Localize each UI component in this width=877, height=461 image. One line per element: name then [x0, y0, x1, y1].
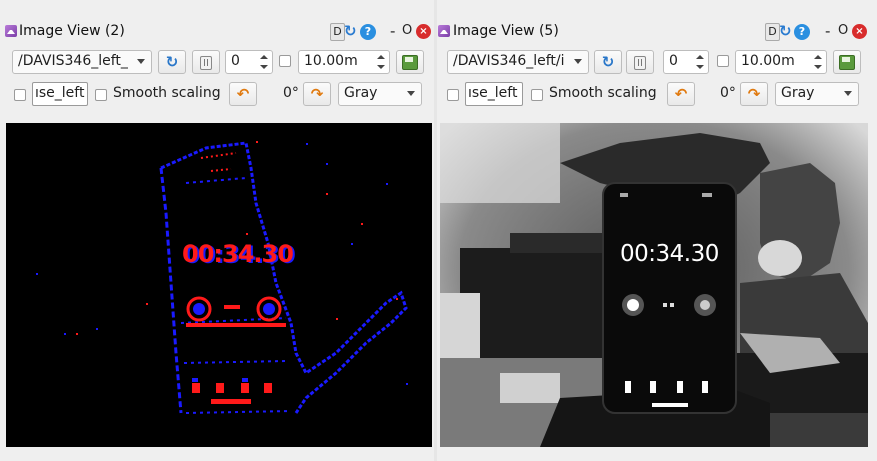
spin-up-icon[interactable] [377, 55, 385, 59]
mouse-topic-value: ıse_left [35, 85, 85, 101]
minimize-button[interactable]: - [390, 22, 395, 40]
smooth-scaling-checkbox[interactable] [95, 89, 107, 101]
title-bar: Image View (2) D ↻ ? - O × [0, 22, 434, 42]
spin-up-icon[interactable] [696, 55, 704, 59]
save-time-value: 10.00m [741, 53, 795, 69]
window-title: Image View (2) [19, 23, 125, 39]
reload-icon[interactable]: ↻ [344, 23, 358, 39]
image-view-icon [438, 25, 450, 37]
close-icon[interactable]: × [852, 24, 867, 39]
pause-button[interactable] [626, 50, 654, 74]
mouse-topic-field[interactable]: ıse_left [465, 82, 523, 106]
save-time-checkbox[interactable] [279, 55, 291, 67]
rotate-icon: ↶ [236, 85, 250, 103]
rotate-button[interactable]: ↶ [229, 82, 257, 106]
colormap-combo[interactable]: Gray [338, 82, 422, 106]
save-image-icon [402, 55, 418, 70]
save-image-icon [839, 55, 855, 70]
window-title: Image View (5) [453, 23, 559, 39]
spin-up-icon[interactable] [260, 55, 268, 59]
event-clock-text: 00:34.30 [182, 240, 294, 268]
rotate-button-2[interactable]: ↷ [303, 82, 331, 106]
dock-d-button[interactable]: D [765, 23, 780, 41]
refresh-topics-button[interactable]: ↻ [158, 50, 186, 74]
chevron-down-icon [407, 91, 415, 96]
restore-button[interactable]: O [402, 23, 412, 38]
toolbar-display: ıse_left Smooth scaling ↶ 0° ↷ Gray [0, 81, 434, 109]
colormap-value: Gray [344, 85, 378, 101]
smooth-scaling-label: Smooth scaling [549, 85, 657, 101]
rotate-button[interactable]: ↶ [667, 82, 695, 106]
image-number-spinbox[interactable]: 0 [225, 50, 273, 74]
smooth-scaling-label: Smooth scaling [113, 85, 221, 101]
image-number-spinbox[interactable]: 0 [663, 50, 709, 74]
mouse-pub-checkbox[interactable] [447, 89, 459, 101]
title-bar: Image View (5) D ↻ ? - O × [437, 22, 877, 42]
spin-down-icon[interactable] [814, 65, 822, 69]
topic-value: /DAVIS346_left_ [18, 53, 128, 69]
minimize-button[interactable]: - [825, 22, 830, 40]
image-view-icon [5, 25, 17, 37]
mouse-topic-value: ıse_left [468, 85, 518, 101]
rotate-icon: ↷ [747, 85, 761, 103]
frame-image [440, 123, 868, 447]
reload-icon[interactable]: ↻ [779, 23, 793, 39]
spin-down-icon[interactable] [377, 65, 385, 69]
toolbar-topic: /DAVIS346_left_ ↻ 0 10.00m [0, 49, 434, 77]
frame-clock-text: 00:34.30 [620, 241, 719, 267]
topic-combo[interactable]: /DAVIS346_left/i [447, 50, 589, 74]
colormap-value: Gray [781, 85, 815, 101]
chevron-down-icon [844, 91, 852, 96]
pause-icon [634, 56, 646, 70]
refresh-topics-icon: ↻ [601, 53, 615, 71]
colormap-combo[interactable]: Gray [775, 82, 859, 106]
rotation-label: 0° [720, 85, 736, 101]
help-icon[interactable]: ? [794, 24, 810, 40]
mouse-pub-checkbox[interactable] [14, 89, 26, 101]
smooth-scaling-checkbox[interactable] [531, 89, 543, 101]
refresh-topics-icon: ↻ [165, 53, 179, 71]
mouse-topic-field[interactable]: ıse_left [32, 82, 88, 106]
image-number-value: 0 [669, 53, 678, 69]
pause-icon [200, 56, 212, 70]
chevron-down-icon [574, 59, 582, 64]
close-icon[interactable]: × [416, 24, 431, 39]
help-icon[interactable]: ? [360, 24, 376, 40]
rotate-icon: ↶ [674, 85, 688, 103]
frame-image-view[interactable]: 00:34.30 [440, 123, 868, 447]
topic-value: /DAVIS346_left/i [453, 53, 565, 69]
save-time-checkbox[interactable] [717, 55, 729, 67]
event-image-view[interactable]: 00:34.30 [6, 123, 432, 447]
pause-button[interactable] [192, 50, 220, 74]
spin-up-icon[interactable] [814, 55, 822, 59]
chevron-down-icon [137, 59, 145, 64]
toolbar-display: ıse_left Smooth scaling ↶ 0° ↷ Gray [437, 81, 877, 109]
toolbar-topic: /DAVIS346_left/i ↻ 0 10.00m [437, 49, 877, 77]
save-image-button[interactable] [396, 50, 424, 74]
rotation-label: 0° [283, 85, 299, 101]
save-time-value: 10.00m [304, 53, 358, 69]
refresh-topics-button[interactable]: ↻ [594, 50, 622, 74]
rotate-icon: ↷ [310, 85, 324, 103]
save-time-spinbox[interactable]: 10.00m [735, 50, 827, 74]
restore-button[interactable]: O [838, 23, 848, 38]
spin-down-icon[interactable] [260, 65, 268, 69]
save-time-spinbox[interactable]: 10.00m [298, 50, 390, 74]
spin-down-icon[interactable] [696, 65, 704, 69]
image-number-value: 0 [231, 53, 240, 69]
topic-combo[interactable]: /DAVIS346_left_ [12, 50, 152, 74]
event-image [6, 123, 432, 447]
save-image-button[interactable] [833, 50, 861, 74]
dock-d-button[interactable]: D [330, 23, 345, 41]
rotate-button-2[interactable]: ↷ [740, 82, 768, 106]
